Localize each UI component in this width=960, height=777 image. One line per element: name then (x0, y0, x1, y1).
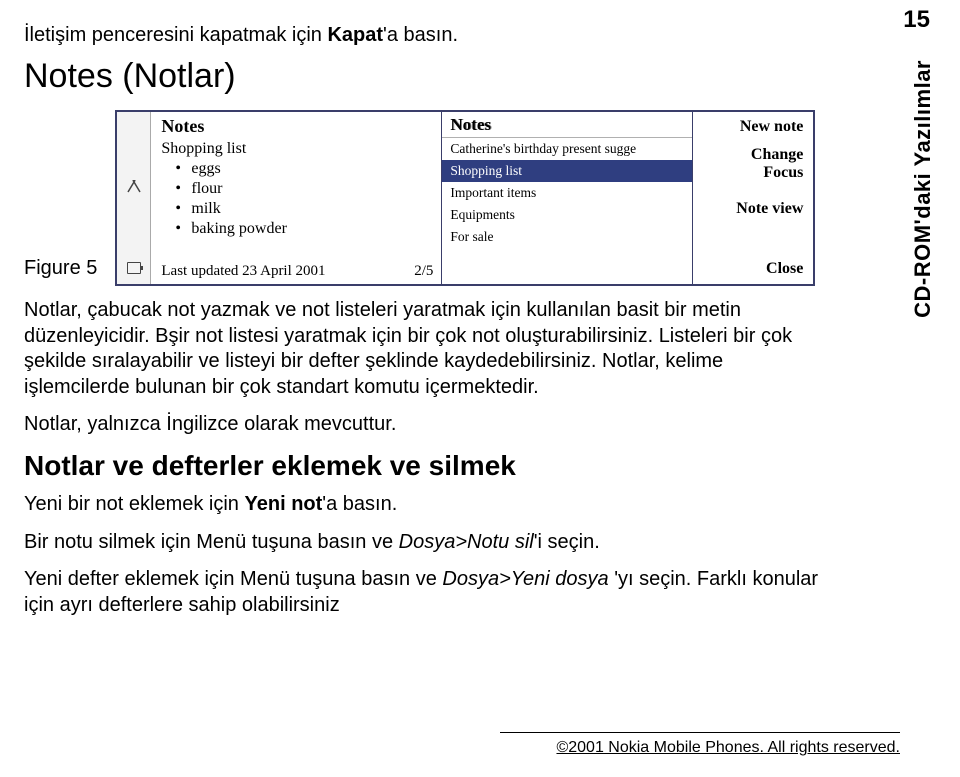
text-italic: Dosya>Yeni dosya (442, 568, 614, 590)
new-note-button[interactable]: New note (697, 118, 803, 146)
signal-icon (126, 180, 142, 194)
note-view-button[interactable]: Note view (697, 200, 803, 244)
sidebar-section-label: CD-ROM'daki Yazılımlar (910, 60, 936, 318)
text: 'a basın. (322, 493, 397, 515)
list-item[interactable]: For sale (442, 226, 692, 248)
text: 'i seçin. (534, 531, 600, 553)
softkey-label: Change (751, 146, 803, 163)
close-button[interactable]: Close (697, 260, 803, 278)
note-footer: Last updated 23 April 2001 2/5 (161, 263, 433, 280)
note-line: Shopping list (161, 139, 433, 159)
note-title: Notes (161, 116, 433, 137)
text: Yeni defter eklemek için Menü tuşuna bas… (24, 568, 442, 590)
page-number: 15 (903, 6, 930, 34)
notes-list-pane: Notes Catherine's birthday present sugge… (441, 112, 693, 284)
softkey-pane: New note Change Focus Note view Close (693, 112, 813, 284)
paragraph: Yeni bir not eklemek için Yeni not'a bas… (24, 492, 824, 518)
intro-prefix: İletişim penceresini kapatmak için (24, 24, 327, 46)
page-indicator: 2/5 (414, 263, 433, 280)
intro-line: İletişim penceresini kapatmak için Kapat… (24, 24, 900, 47)
list-item[interactable]: Catherine's birthday present sugge (442, 138, 692, 160)
change-focus-button[interactable]: Change Focus (697, 146, 803, 200)
intro-suffix: 'a basın. (383, 24, 458, 46)
note-bullet: eggs (161, 159, 433, 179)
list-item[interactable]: Shopping list (442, 160, 692, 182)
last-updated: Last updated 23 April 2001 (161, 263, 325, 280)
paragraph: Notlar, yalnızca İngilizce olarak mevcut… (24, 412, 824, 438)
paragraph: Bir notu silmek için Menü tuşuna basın v… (24, 530, 824, 556)
text-bold: Yeni not (245, 493, 323, 515)
note-bullet: baking powder (161, 219, 433, 239)
softkey-label: Focus (763, 164, 803, 181)
section-heading: Notes (Notlar) (24, 57, 900, 96)
figure-row: Figure 5 Notes Shopping list eggs flour … (24, 110, 900, 286)
device-screen: Notes Shopping list eggs flour milk baki… (115, 110, 815, 286)
list-item[interactable]: Equipments (442, 204, 692, 226)
text: Bir notu silmek için Menü tuşuna basın v… (24, 531, 399, 553)
battery-icon (127, 262, 141, 274)
intro-strong: Kapat (327, 24, 383, 46)
notes-list-header: Notes (442, 112, 692, 138)
copyright-footer: ©2001 Nokia Mobile Phones. All rights re… (500, 732, 900, 757)
note-content-pane: Notes Shopping list eggs flour milk baki… (151, 112, 441, 284)
note-bullet: milk (161, 199, 433, 219)
status-bar (117, 112, 151, 284)
list-item[interactable]: Important items (442, 182, 692, 204)
subsection-heading: Notlar ve defterler eklemek ve silmek (24, 450, 900, 482)
text-italic: Dosya>Notu sil (399, 531, 534, 553)
paragraph: Yeni defter eklemek için Menü tuşuna bas… (24, 567, 824, 618)
paragraph: Notlar, çabucak not yazmak ve not listel… (24, 298, 824, 400)
figure-label: Figure 5 (24, 257, 97, 286)
text: Yeni bir not eklemek için (24, 493, 245, 515)
note-bullet: flour (161, 179, 433, 199)
